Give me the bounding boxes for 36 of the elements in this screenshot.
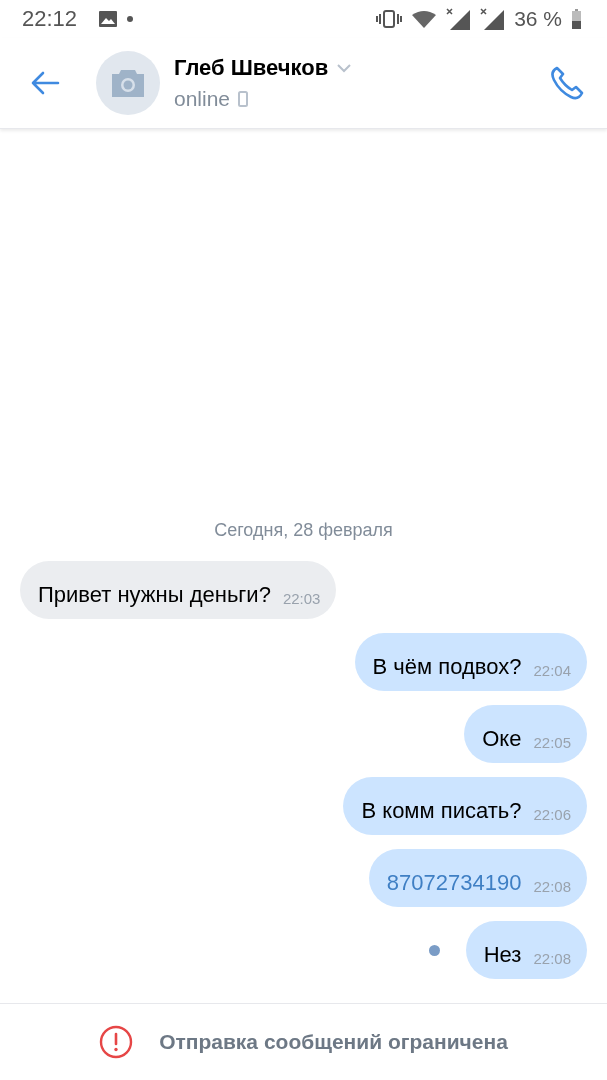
signal-icon <box>480 8 505 30</box>
message-text: В чём подвох? <box>372 653 522 681</box>
message-time: 22:06 <box>533 805 571 825</box>
signal-icon <box>446 8 471 30</box>
call-icon[interactable] <box>549 65 585 101</box>
camera-icon <box>110 68 146 98</box>
image-icon <box>99 11 118 27</box>
message-bubble[interactable]: Нез 22:08 <box>465 921 587 979</box>
message-time: 22:04 <box>533 661 571 681</box>
warning-icon <box>99 1025 134 1059</box>
message-bubble[interactable]: В комм писать? 22:06 <box>343 777 587 835</box>
message-time: 22:03 <box>282 589 321 609</box>
back-arrow-icon[interactable] <box>30 71 60 95</box>
wifi-icon <box>412 10 437 28</box>
vibrate-icon <box>376 10 403 28</box>
battery-icon <box>572 9 581 29</box>
unread-dot <box>428 944 440 956</box>
message-text: Привет нужны деньги? <box>38 581 271 609</box>
dot-icon <box>127 16 134 22</box>
message-text: Нез <box>483 941 522 969</box>
restriction-notice: Отправка сообщений ограничена <box>159 1030 508 1054</box>
date-divider: Сегодня, 28 февраля <box>213 520 394 541</box>
message-text: В комм писать? <box>361 797 522 825</box>
message-time: 22:08 <box>533 877 571 897</box>
message-time: 22:05 <box>533 733 571 753</box>
message-bubble[interactable]: В чём подвох? 22:04 <box>354 633 587 691</box>
message-text: Оке <box>482 725 522 753</box>
message-time: 22:08 <box>533 949 571 969</box>
contact-name[interactable]: Глеб Швечков <box>174 55 329 81</box>
status-time: 22:12 <box>22 6 78 32</box>
presence-status: online <box>174 87 231 111</box>
message-bubble[interactable]: Привет нужны деньги? 22:03 <box>20 561 337 619</box>
battery-percent: 36 % <box>514 7 562 31</box>
chevron-down-icon[interactable] <box>336 63 353 73</box>
message-bubble[interactable]: Оке 22:05 <box>464 705 587 763</box>
phone-device-icon <box>238 91 249 107</box>
